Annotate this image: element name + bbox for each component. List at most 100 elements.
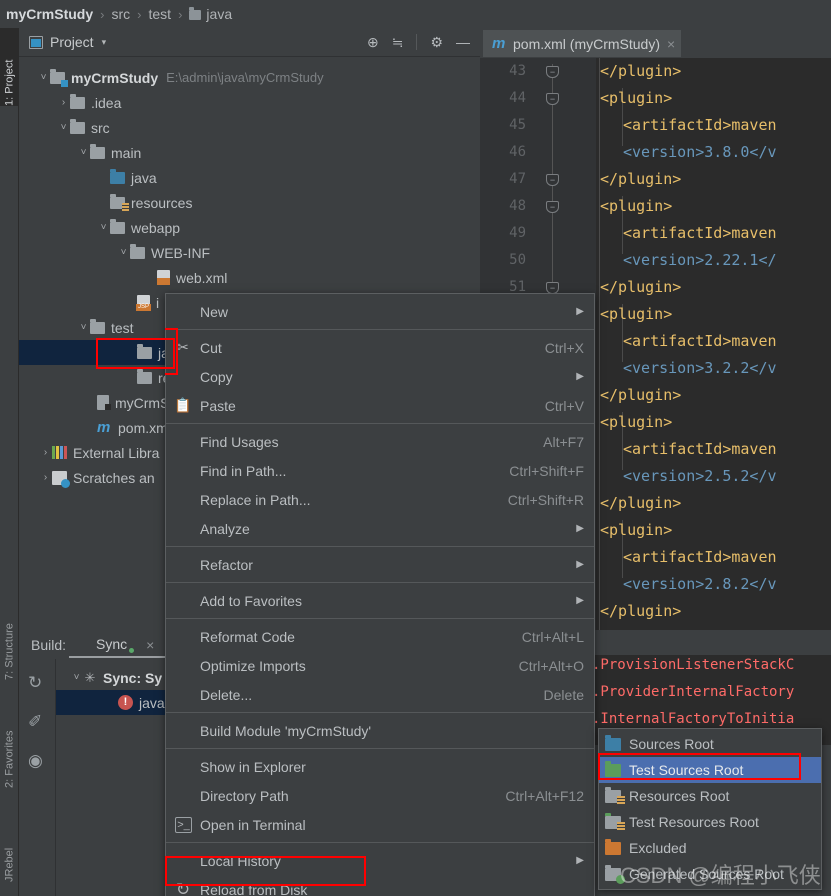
tree-item-main[interactable]: ˅ main [59, 140, 141, 165]
menu-item-analyze[interactable]: Analyze ▶ [166, 514, 594, 543]
collapse-all-icon[interactable]: ≒ [392, 35, 404, 49]
menu-item-add-to-favorites[interactable]: Add to Favorites ▶ [166, 586, 594, 615]
eye-icon[interactable]: ◉ [28, 751, 43, 771]
tree-item-idea[interactable]: › .idea [39, 90, 121, 115]
submenu-item-resources-root[interactable]: Resources Root [599, 783, 821, 809]
mark-directory-as-submenu[interactable]: Sources Root Test Sources Root Resources… [598, 728, 822, 890]
chevron-down-icon[interactable]: ˅ [97, 222, 110, 233]
menu-item-find-in-path[interactable]: Find in Path... Ctrl+Shift+F [166, 456, 594, 485]
menu-separator [166, 712, 594, 713]
chevron-down-icon[interactable]: ˅ [117, 247, 130, 258]
menu-item-new[interactable]: New ▶ [166, 297, 594, 326]
tree-item-test[interactable]: ˅ test [59, 315, 134, 340]
context-menu[interactable]: New ▶ ✂ Cut Ctrl+X Copy ▶ 📋 Paste Ctrl+V… [165, 293, 595, 896]
rerun-icon[interactable]: ↻ [28, 673, 42, 693]
tree-item-src[interactable]: ˅ src [39, 115, 110, 140]
tree-item-jsp[interactable]: i [119, 290, 159, 315]
tree-item-mycrmstudy[interactable]: ˅ myCrmStudy E:\admin\java\myCrmStudy [19, 65, 480, 90]
tree-item-webxml[interactable]: web.xml [119, 265, 227, 290]
submenu-item-excluded[interactable]: Excluded [599, 835, 821, 861]
submenu-item-test-sources-root[interactable]: Test Sources Root [599, 757, 821, 783]
menu-item-optimize-imports[interactable]: Optimize Imports Ctrl+Alt+O [166, 651, 594, 680]
tree-item-webapp[interactable]: ˅ webapp [59, 215, 180, 240]
code-line: </plugin> [600, 386, 682, 404]
chevron-down-icon[interactable]: ˅ [77, 147, 90, 158]
tree-item-scratches[interactable]: › Scratches an [39, 465, 155, 490]
tab-underline [69, 656, 166, 658]
tree-item-resources[interactable]: › resources [79, 190, 192, 215]
menu-item-delete[interactable]: Delete... Delete [166, 680, 594, 709]
build-row-sync[interactable]: ˅ ✳ Sync: Sy [70, 665, 163, 690]
chevron-right-icon[interactable]: › [39, 447, 52, 458]
submenu-item-sources-root[interactable]: Sources Root [599, 731, 821, 757]
breadcrumb-item-test[interactable]: test [149, 6, 172, 22]
fold-marker-icon[interactable]: − [546, 93, 559, 105]
tool-tab-label: JRebel [3, 847, 16, 882]
generated-sources-root-folder-icon [605, 864, 625, 884]
tree-item-main-java[interactable]: › java [79, 165, 157, 190]
project-icon [29, 35, 43, 49]
project-panel-header: Project ▾ ⊕ ≒ ⚙ — [19, 28, 480, 57]
sidebar-item-project[interactable]: 1: Project [0, 28, 19, 106]
chevron-down-icon[interactable]: ˅ [77, 322, 90, 333]
menu-item-find-usages[interactable]: Find Usages Alt+F7 [166, 427, 594, 456]
fold-marker-icon[interactable]: − [546, 201, 559, 213]
breadcrumb-item-src[interactable]: src [111, 6, 130, 22]
tab-label: Sync [96, 635, 128, 652]
tree-item-webinf[interactable]: ˅ WEB-INF [79, 240, 210, 265]
fold-marker-icon[interactable]: − [546, 66, 559, 78]
line-number: 48 [509, 198, 526, 214]
code-line: </plugin> [600, 494, 682, 512]
menu-item-open-in-terminal[interactable]: >_ Open in Terminal [166, 810, 594, 839]
breadcrumb-separator: › [100, 6, 105, 22]
chevron-down-icon[interactable]: ˅ [70, 672, 83, 683]
settings-gear-icon[interactable]: ⚙ [430, 35, 443, 49]
locate-icon[interactable]: ⊕ [367, 35, 379, 49]
code-line: </plugin> [600, 278, 682, 296]
sidebar-item-jrebel[interactable]: JRebel [0, 818, 19, 882]
tree-item-label: Scratches an [73, 469, 155, 486]
menu-separator [166, 582, 594, 583]
menu-item-label: Directory Path [200, 787, 289, 804]
pin-icon[interactable]: ✐ [28, 712, 42, 732]
chevron-down-icon[interactable]: ▾ [102, 37, 107, 48]
menu-item-accelerator: Ctrl+X [544, 339, 584, 356]
chevron-down-icon[interactable]: ˅ [57, 122, 70, 133]
chevron-right-icon[interactable]: › [57, 97, 70, 108]
menu-item-refactor[interactable]: Refactor ▶ [166, 550, 594, 579]
menu-item-local-history[interactable]: Local History ▶ [166, 846, 594, 875]
tree-item-pomxml[interactable]: m pom.xml [79, 415, 171, 440]
page-title: Project [50, 34, 94, 50]
sidebar-item-favorites[interactable]: 2: Favorites [0, 688, 19, 788]
line-number: 46 [509, 144, 526, 160]
menu-item-build-module[interactable]: Build Module 'myCrmStudy' [166, 716, 594, 745]
tab-sync[interactable]: Sync [96, 635, 135, 654]
chevron-down-icon[interactable]: ˅ [37, 72, 50, 83]
build-side-toolbar: ↻ ✐ ◉ [19, 659, 55, 896]
submenu-item-test-resources-root[interactable]: Test Resources Root [599, 809, 821, 835]
sidebar-item-structure[interactable]: 7: Structure [0, 588, 19, 680]
fold-marker-icon[interactable]: − [546, 174, 559, 186]
close-icon[interactable]: × [146, 637, 154, 653]
hide-icon[interactable]: — [456, 35, 470, 49]
tree-item-external-libraries[interactable]: › External Libra [39, 440, 160, 465]
menu-item-directory-path[interactable]: Directory Path Ctrl+Alt+F12 [166, 781, 594, 810]
menu-item-paste[interactable]: 📋 Paste Ctrl+V [166, 391, 594, 420]
submenu-item-label: Excluded [629, 840, 687, 856]
menu-item-copy[interactable]: Copy ▶ [166, 362, 594, 391]
submenu-item-generated-sources-root[interactable]: Generated Sources Root [599, 861, 821, 887]
close-icon[interactable]: × [667, 36, 675, 52]
menu-item-cut[interactable]: ✂ Cut Ctrl+X [166, 333, 594, 362]
breadcrumb-item-java[interactable]: java [206, 6, 232, 22]
menu-item-reload-from-disk[interactable]: ↻ Reload from Disk [166, 875, 594, 896]
menu-item-show-in-explorer[interactable]: Show in Explorer [166, 752, 594, 781]
menu-item-reformat-code[interactable]: Reformat Code Ctrl+Alt+L [166, 622, 594, 651]
tab-pom-xml[interactable]: m pom.xml (myCrmStudy) × [483, 30, 682, 57]
tree-item-label: WEB-INF [151, 244, 211, 261]
breadcrumb-item-project[interactable]: myCrmStudy [6, 6, 93, 22]
console-line: .ProvisionListenerStackC [592, 657, 795, 673]
chevron-right-icon[interactable]: › [39, 472, 52, 483]
tree-item-label: .idea [91, 94, 122, 111]
code-text[interactable]: </plugin> <plugin> <artifactId>maven <ve… [596, 58, 831, 630]
menu-item-replace-in-path[interactable]: Replace in Path... Ctrl+Shift+R [166, 485, 594, 514]
